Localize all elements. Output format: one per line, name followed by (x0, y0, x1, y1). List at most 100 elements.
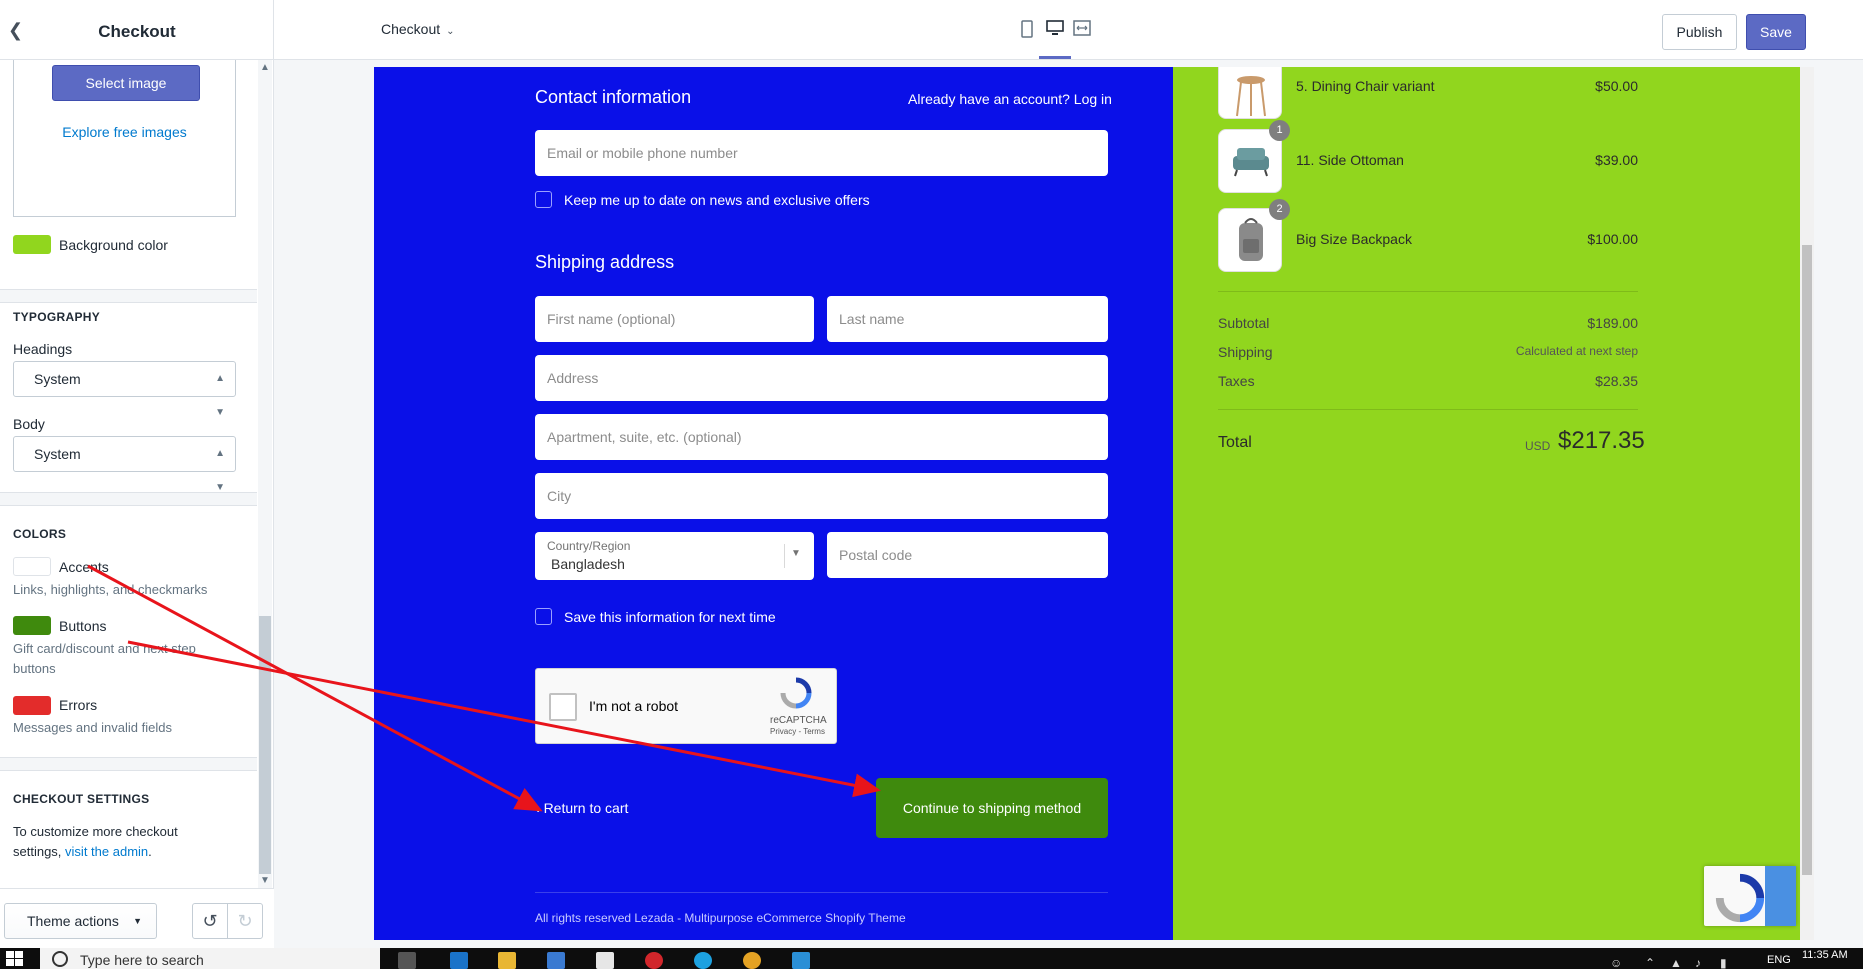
apartment-field[interactable]: Apartment, suite, etc. (optional) (535, 414, 1108, 460)
taskbar-search-placeholder: Type here to search (80, 952, 204, 968)
fullscreen-view-icon[interactable] (1069, 20, 1095, 44)
language-indicator[interactable]: ENG (1767, 954, 1791, 966)
shipping-row: Shipping Calculated at next step (1218, 344, 1638, 360)
address-field[interactable]: Address (535, 355, 1108, 401)
scroll-down-arrow-icon[interactable]: ▼ (259, 875, 271, 887)
section-divider (0, 492, 257, 506)
buttons-help-text: Gift card/discount and next step (13, 641, 196, 656)
tray-chevron-icon[interactable]: ⌃ (1645, 956, 1655, 969)
sidebar-scrollbar-thumb[interactable] (259, 616, 271, 874)
volume-icon[interactable]: ♪ (1695, 956, 1701, 969)
login-link[interactable]: Log in (1074, 91, 1112, 107)
line-item: 2 Big Size Backpack $100.00 (1218, 199, 1638, 274)
recaptcha-checkbox[interactable] (549, 693, 577, 721)
windows-start-icon[interactable] (6, 951, 26, 969)
product-thumbnail (1218, 67, 1282, 119)
skype-icon[interactable] (694, 952, 712, 969)
subtotal-value: $189.00 (1587, 315, 1638, 331)
last-name-field[interactable]: Last name (827, 296, 1108, 342)
postal-code-field[interactable]: Postal code (827, 532, 1108, 578)
caret-down-icon: ▼ (133, 916, 142, 926)
first-name-field[interactable]: First name (optional) (535, 296, 814, 342)
file-explorer-icon[interactable] (498, 952, 516, 969)
accents-color-swatch[interactable] (13, 557, 51, 576)
buttons-help-text-2: buttons (13, 661, 56, 676)
system-clock[interactable]: 11:35 AM (1802, 949, 1848, 961)
redo-icon[interactable]: ↻ (227, 903, 263, 939)
publish-button[interactable]: Publish (1662, 14, 1737, 50)
task-view-icon[interactable] (398, 952, 416, 969)
select-separator (784, 544, 785, 568)
theme-actions-button[interactable]: Theme actions ▼ (4, 903, 157, 939)
sidebar-settings-panel: Select image Explore free images Backgro… (0, 60, 257, 888)
shipping-label: Shipping (1218, 344, 1273, 360)
theme-editor-sidebar: ❮ Checkout Select image Explore free ima… (0, 0, 274, 948)
headings-font-select[interactable]: System ▲ ▼ (13, 361, 236, 418)
store-icon[interactable] (547, 952, 565, 969)
network-icon[interactable]: ▲ (1670, 956, 1682, 969)
product-name: Big Size Backpack (1296, 231, 1412, 247)
email-field[interactable]: Email or mobile phone number (535, 130, 1108, 176)
body-font-select[interactable]: System ▲ ▼ (13, 436, 236, 493)
background-color-swatch[interactable] (13, 235, 51, 254)
recaptcha-brand: reCAPTCHA (770, 715, 827, 726)
chrome-icon[interactable] (743, 952, 761, 969)
active-view-indicator (1039, 56, 1071, 59)
recaptcha-terms[interactable]: Privacy - Terms (770, 727, 825, 736)
headings-font-value: System (34, 371, 81, 387)
buttons-color-swatch[interactable] (13, 616, 51, 635)
page-template-select[interactable]: Checkout ⌄ (381, 21, 455, 37)
taxes-row: Taxes $28.35 (1218, 373, 1638, 389)
total-value: $217.35 (1558, 427, 1645, 454)
city-field[interactable]: City (535, 473, 1108, 519)
sidebar-title: Checkout (98, 22, 176, 41)
mobile-view-icon[interactable] (1014, 20, 1040, 44)
image-picker: Select image Explore free images (13, 60, 236, 217)
recaptcha-badge-tab[interactable] (1765, 866, 1796, 926)
body-font-value: System (34, 446, 81, 462)
account-prompt: Already have an account? (908, 91, 1070, 107)
return-to-cart-link[interactable]: ‹ Return to cart (535, 800, 628, 816)
section-divider (0, 757, 257, 771)
subtotal-label: Subtotal (1218, 315, 1270, 331)
checkout-settings-period: . (148, 844, 152, 859)
errors-color-label: Errors (59, 697, 98, 713)
save-info-checkbox[interactable] (535, 608, 552, 625)
visit-admin-link[interactable]: visit the admin (65, 844, 148, 859)
select-image-button[interactable]: Select image (52, 65, 200, 101)
mail-icon[interactable] (596, 952, 614, 969)
desktop-view-icon[interactable] (1042, 20, 1068, 44)
order-summary-panel: 5. Dining Chair variant $50.00 1 11. Sid… (1173, 67, 1813, 940)
summary-divider (1218, 291, 1638, 292)
undo-icon[interactable]: ↺ (192, 903, 228, 939)
errors-help-text: Messages and invalid fields (13, 720, 172, 735)
battery-icon[interactable]: ▮ (1720, 956, 1727, 969)
page-template-value: Checkout (381, 21, 441, 37)
preview-scrollbar-thumb[interactable] (1802, 245, 1812, 875)
total-currency: USD (1525, 439, 1551, 453)
newsletter-checkbox[interactable] (535, 191, 552, 208)
country-region-select[interactable]: Country/Region Bangladesh ▼ (535, 532, 814, 580)
footer-copyright: All rights reserved Lezada - Multipurpos… (535, 911, 906, 925)
shipping-value: Calculated at next step (1515, 344, 1638, 358)
sidebar-header: ❮ Checkout (0, 0, 274, 60)
explore-free-images-link[interactable]: Explore free images (14, 124, 235, 140)
continue-to-shipping-button[interactable]: Continue to shipping method (876, 778, 1108, 838)
app-icon[interactable] (792, 952, 810, 969)
errors-color-swatch[interactable] (13, 696, 51, 715)
accents-help-text: Links, highlights, and checkmarks (13, 582, 208, 597)
footer-divider (535, 892, 1108, 893)
select-caret-icon: ▲ ▼ (215, 373, 225, 418)
edge-browser-icon[interactable] (450, 952, 468, 969)
people-icon[interactable]: ☺ (1610, 956, 1622, 969)
contact-information-heading: Contact information (535, 87, 692, 107)
recaptcha-widget: I'm not a robot reCAPTCHA Privacy - Term… (535, 668, 837, 744)
opera-icon[interactable] (645, 952, 663, 969)
save-button[interactable]: Save (1746, 14, 1806, 50)
recaptcha-logo-icon (778, 677, 814, 709)
checkout-settings-text: To customize more checkout settings, vis… (13, 822, 178, 862)
scroll-up-arrow-icon[interactable]: ▲ (259, 62, 271, 74)
taskbar-search-input[interactable]: Type here to search (40, 948, 380, 969)
accents-color-label: Accents (59, 559, 109, 575)
product-name: 11. Side Ottoman (1296, 152, 1404, 168)
